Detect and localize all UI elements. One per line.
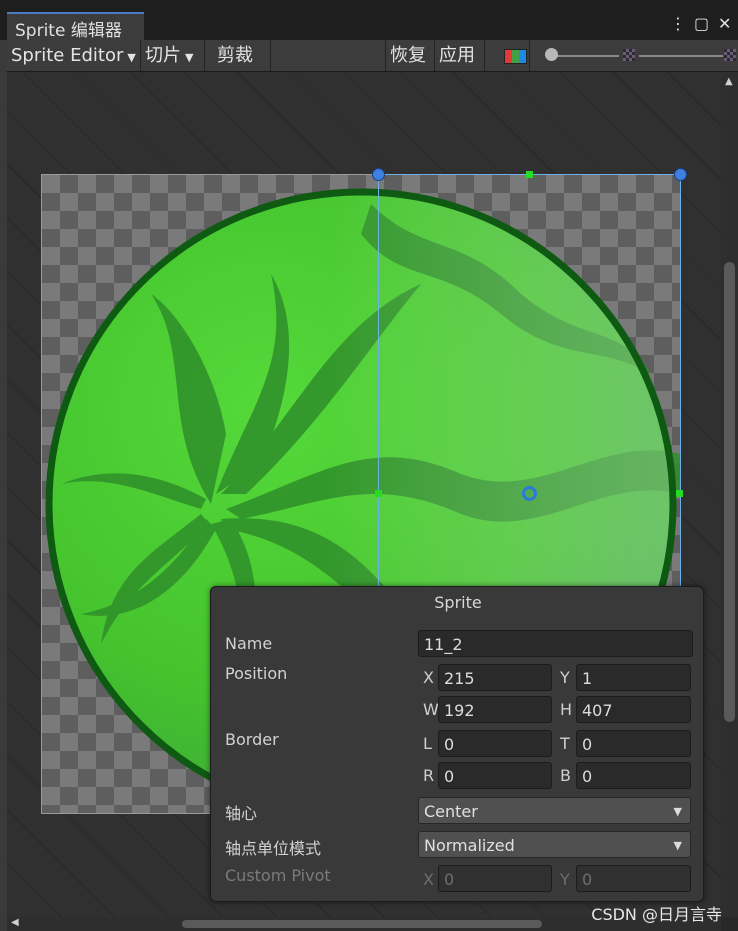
pivot-unit-label: 轴点单位模式: [225, 839, 322, 858]
revert-label: 恢复: [390, 45, 426, 66]
pivot-label: 轴心: [225, 804, 258, 823]
window-tabbar: Sprite 编辑器 ⋮ ▢ ✕: [0, 0, 738, 41]
sprite-editor-toolbar: Sprite Editor ▼ 切片 ▼ 剪裁 恢复 应用: [7, 40, 738, 72]
pos-y-label: Y: [560, 668, 570, 687]
slice-dropdown[interactable]: 切片 ▼: [141, 40, 205, 71]
pivot-dropdown[interactable]: Center ▼: [418, 797, 691, 824]
border-r-label: R: [423, 766, 435, 785]
apply-label: 应用: [439, 45, 475, 66]
trim-label: 剪裁: [217, 45, 253, 66]
pos-x-field[interactable]: 215: [438, 664, 552, 691]
edge-handle-top[interactable]: [526, 171, 533, 178]
pos-y-field[interactable]: 1: [576, 664, 691, 691]
position-label: Position: [225, 664, 288, 683]
custom-pivot-y-field: 0: [576, 865, 691, 892]
border-b-field[interactable]: 0: [576, 762, 691, 789]
border-t-label: T: [560, 734, 570, 753]
editor-mode-dropdown[interactable]: Sprite Editor ▼: [7, 40, 141, 71]
height-label: H: [560, 700, 573, 719]
panel-title: Sprite: [434, 593, 482, 612]
apply-button[interactable]: 应用: [435, 40, 485, 71]
pivot-unit-dropdown[interactable]: Normalized ▼: [418, 831, 691, 858]
horizontal-scroll-thumb[interactable]: [182, 920, 542, 928]
name-label: Name: [225, 634, 273, 653]
editor-mode-label: Sprite Editor: [11, 45, 124, 66]
width-field[interactable]: 192: [438, 696, 552, 723]
custom-pivot-label: Custom Pivot: [225, 866, 331, 885]
mip-checker-icon: [724, 49, 736, 61]
watermark: CSDN @日月言寺: [591, 905, 722, 924]
left-edge: [0, 40, 7, 931]
slice-label: 切片: [145, 45, 181, 66]
tab-label: Sprite 编辑器: [15, 21, 122, 41]
kebab-menu-icon[interactable]: ⋮: [670, 14, 686, 33]
revert-button[interactable]: 恢复: [385, 40, 435, 71]
border-l-label: L: [423, 734, 432, 753]
tab-sprite-editor[interactable]: Sprite 编辑器: [7, 12, 144, 41]
pivot-unit-value: Normalized: [424, 836, 515, 855]
pivot-value: Center: [424, 802, 478, 821]
mip-slider-track[interactable]: [639, 55, 723, 57]
chevron-down-icon: ▼: [673, 805, 682, 818]
chevron-down-icon: ▼: [673, 839, 682, 852]
chevron-down-icon: ▼: [127, 51, 136, 64]
name-field[interactable]: 11_2: [418, 630, 693, 657]
custom-pivot-y-label: Y: [560, 870, 570, 889]
edge-handle-left[interactable]: [375, 490, 382, 497]
scroll-left-icon[interactable]: ◀: [11, 917, 19, 928]
border-t-field[interactable]: 0: [576, 730, 691, 757]
trim-button[interactable]: 剪裁: [205, 40, 271, 71]
sprite-properties-panel: Sprite Name 11_2 Position X 215 Y 1 W 19…: [210, 586, 704, 902]
scroll-up-icon[interactable]: ▲: [725, 76, 733, 87]
border-l-field[interactable]: 0: [438, 730, 552, 757]
border-r-field[interactable]: 0: [438, 762, 552, 789]
border-b-label: B: [560, 766, 571, 785]
border-label: Border: [225, 730, 279, 749]
pos-x-label: X: [423, 668, 434, 687]
custom-pivot-x-field: 0: [438, 865, 552, 892]
width-label: W: [423, 700, 439, 719]
alpha-slider-knob[interactable]: [545, 48, 558, 61]
custom-pivot-x-label: X: [423, 870, 434, 889]
corner-handle-top-right[interactable]: [674, 168, 687, 181]
pivot-handle[interactable]: [522, 486, 537, 501]
edge-handle-right[interactable]: [676, 490, 683, 497]
height-field[interactable]: 407: [576, 696, 691, 723]
alpha-checker-icon: [623, 49, 635, 61]
chevron-down-icon: ▼: [185, 51, 194, 64]
corner-handle-top-left[interactable]: [372, 168, 385, 181]
close-icon[interactable]: ✕: [718, 14, 731, 33]
maximize-icon[interactable]: ▢: [694, 14, 709, 33]
vertical-scrollbar[interactable]: ▲: [721, 72, 738, 917]
vertical-scroll-thumb[interactable]: [724, 262, 735, 722]
rgb-channels-icon: [504, 49, 527, 64]
